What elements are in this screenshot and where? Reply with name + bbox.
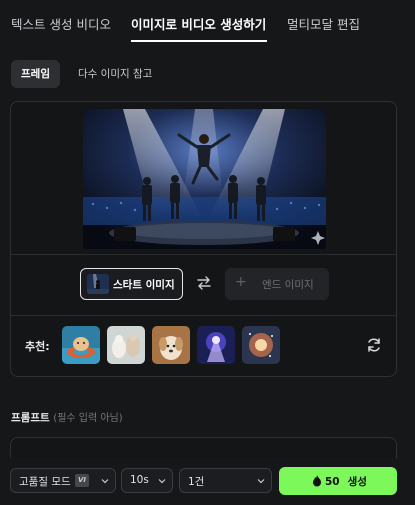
tab-image-to-video[interactable]: 이미지로 비디오 생성하기 xyxy=(131,14,266,33)
generate-label: 생성 xyxy=(347,476,367,488)
quality-mode-label: 고품질 모드 xyxy=(19,476,71,488)
start-image-preview[interactable] xyxy=(83,109,326,249)
active-tab-indicator xyxy=(131,40,267,42)
subtab-multi-image-reference[interactable]: 다수 이미지 참고 xyxy=(68,60,162,88)
recommend-thumbnail-hamster[interactable] xyxy=(62,326,100,364)
flame-icon xyxy=(313,475,321,487)
end-image-button[interactable]: + 엔드 이미지 xyxy=(225,268,329,300)
end-image-label: 엔드 이미지 xyxy=(262,279,314,291)
divider xyxy=(11,254,396,255)
swap-icon[interactable] xyxy=(196,275,212,291)
generate-button[interactable]: 50 생성 xyxy=(279,467,397,495)
plus-icon: + xyxy=(235,274,247,290)
recommend-thumbnail-fantasy[interactable] xyxy=(197,326,235,364)
credit-cost: 50 xyxy=(325,476,340,488)
mode-tabs: 텍스트 생성 비디오 이미지로 비디오 생성하기 멀티모달 편집 xyxy=(0,0,415,44)
vip-badge: VI xyxy=(75,474,89,487)
count-select[interactable]: 1건 xyxy=(179,468,272,493)
chevron-down-icon xyxy=(257,479,265,484)
quality-mode-select[interactable]: 고품질 모드 VI xyxy=(10,468,116,493)
start-image-button[interactable]: 스타트 이미지 xyxy=(80,268,183,300)
duration-value: 10s xyxy=(130,474,149,486)
subtab-frame[interactable]: 프레임 xyxy=(11,60,60,88)
divider xyxy=(11,315,396,316)
recommend-thumbnail-puppy[interactable] xyxy=(152,326,190,364)
recommend-label: 추천: xyxy=(25,340,50,353)
generate-label-group: 50 생성 xyxy=(325,474,375,489)
concert-dancers-image xyxy=(83,109,326,249)
start-image-thumbnail xyxy=(87,274,109,294)
recommend-thumbnail-cosmic[interactable] xyxy=(242,326,280,364)
refresh-icon[interactable] xyxy=(366,337,382,353)
chevron-down-icon xyxy=(158,479,166,484)
recommend-thumbnail-cats[interactable] xyxy=(107,326,145,364)
prompt-optional-hint: (필수 입력 아님) xyxy=(53,413,123,424)
count-value: 1건 xyxy=(188,476,205,488)
duration-select[interactable]: 10s xyxy=(121,468,173,493)
start-image-label: 스타트 이미지 xyxy=(113,279,175,291)
tab-text-to-video[interactable]: 텍스트 생성 비디오 xyxy=(11,14,111,33)
tab-multimodal-edit[interactable]: 멀티모달 편집 xyxy=(287,14,360,33)
prompt-title: 프롬프트 (필수 입력 아님) xyxy=(11,409,123,425)
frame-card: 스타트 이미지 + 엔드 이미지 추천: xyxy=(10,101,397,377)
prompt-title-label: 프롬프트 xyxy=(11,412,50,424)
chevron-down-icon xyxy=(101,479,109,484)
